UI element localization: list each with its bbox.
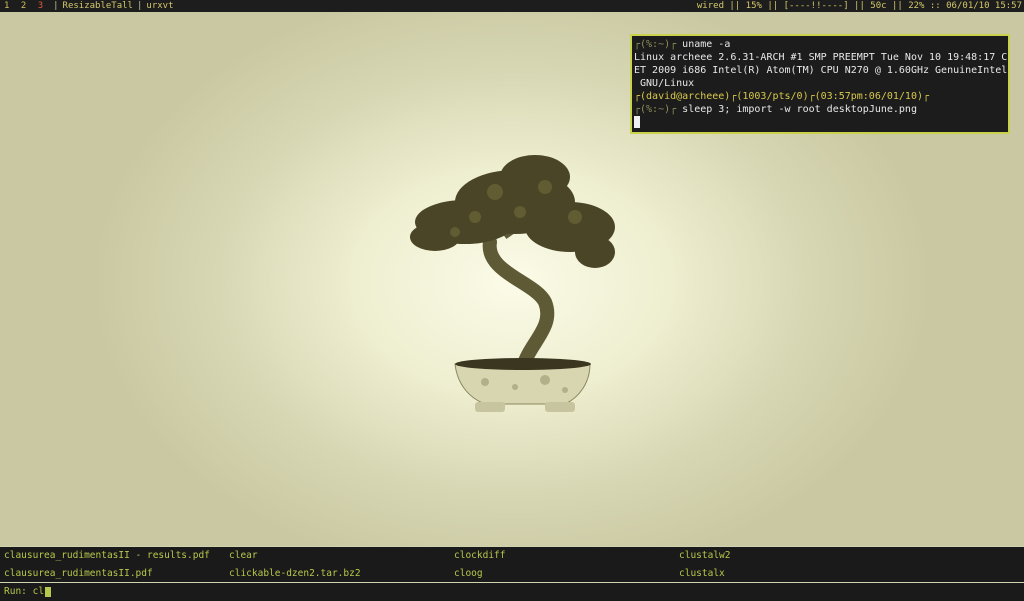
run-prompt-line: Run: cl bbox=[4, 584, 52, 600]
terminal-output-line: GNU/Linux bbox=[634, 78, 695, 89]
run-prompt[interactable]: Run: cl bbox=[0, 582, 1024, 601]
completion-item[interactable]: clockdiff bbox=[454, 550, 505, 562]
workspace-1[interactable]: 1 bbox=[4, 1, 9, 11]
completion-item[interactable]: clickable-dzen2.tar.bz2 bbox=[229, 568, 361, 580]
layout-name: ResizableTall bbox=[62, 1, 133, 11]
command-text: sleep 3; import -w root desktopJune.png bbox=[676, 104, 917, 115]
window-title: urxvt bbox=[146, 1, 174, 11]
workspace-2[interactable]: 2 bbox=[21, 1, 26, 11]
completion-item[interactable]: clustalx bbox=[679, 568, 725, 580]
prompt-info-line: ┌(david@archeee)┌(1003/pts/0)┌(03:57pm:0… bbox=[634, 91, 930, 102]
status-bar-left: 1 2 3 | ResizableTall | urxvt bbox=[4, 0, 174, 12]
separator: | bbox=[136, 1, 143, 11]
run-label: Run: bbox=[4, 586, 27, 597]
completion-item[interactable]: clausurea_rudimentasII - results.pdf bbox=[4, 550, 210, 562]
completion-item[interactable]: clear bbox=[229, 550, 258, 562]
terminal-line: ┌(%:~)┌ uname -a bbox=[634, 38, 1008, 51]
input-cursor bbox=[45, 586, 52, 597]
terminal-cursor-line bbox=[634, 116, 1008, 129]
terminal-output-line: Linux archeee 2.6.31-ARCH #1 SMP PREEMPT… bbox=[634, 52, 1008, 63]
terminal-window[interactable]: ┌(%:~)┌ uname -a Linux archeee 2.6.31-AR… bbox=[630, 34, 1010, 134]
command-text: uname -a bbox=[676, 39, 731, 50]
shell-prompt: ┌(%:~)┌ bbox=[634, 39, 677, 50]
status-bar: 1 2 3 | ResizableTall | urxvt wired || 15% |… bbox=[0, 0, 1024, 12]
completion-item[interactable]: clausurea_rudimentasII.pdf bbox=[4, 568, 153, 580]
completion-item[interactable]: cloog bbox=[454, 568, 483, 580]
completion-list: clausurea_rudimentasII - results.pdf cle… bbox=[0, 546, 1024, 583]
terminal-line: ┌(%:~)┌ sleep 3; import -w root desktopJ… bbox=[634, 103, 1008, 116]
completion-item[interactable]: clustalw2 bbox=[679, 550, 730, 562]
workspace-3-current[interactable]: 3 bbox=[38, 1, 43, 11]
system-status: wired || 15% || [----!!----] || 50c || 2… bbox=[696, 1, 1022, 11]
run-input[interactable]: cl bbox=[33, 586, 44, 597]
terminal-output-line: ET 2009 i686 Intel(R) Atom(TM) CPU N270 … bbox=[634, 65, 1008, 76]
text-cursor bbox=[634, 116, 640, 128]
shell-prompt: ┌(%:~)┌ bbox=[634, 104, 677, 115]
bonsai-wallpaper-image bbox=[410, 155, 615, 412]
separator: | bbox=[53, 1, 59, 11]
